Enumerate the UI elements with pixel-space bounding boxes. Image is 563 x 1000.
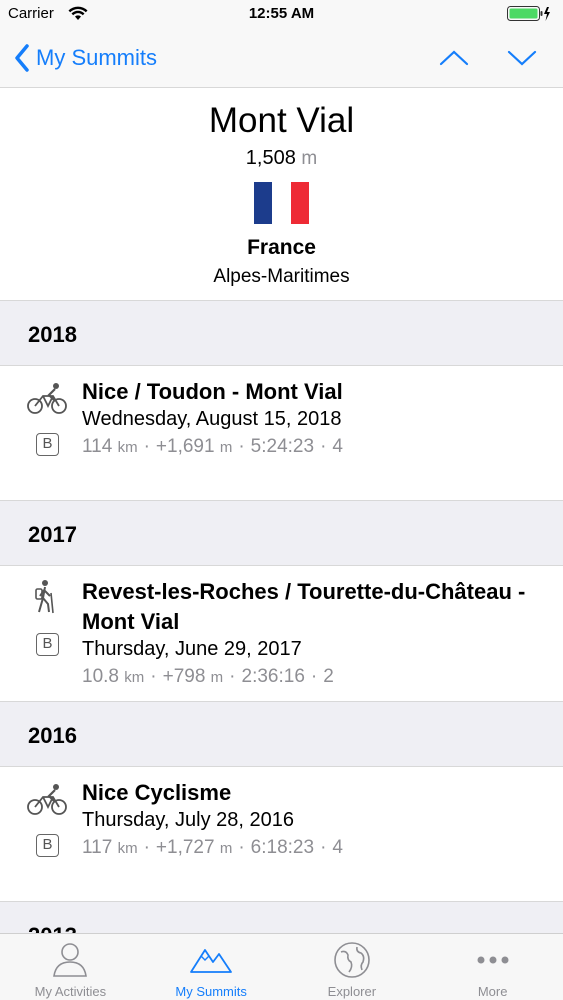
section-year: 2018 — [28, 322, 77, 347]
globe-icon — [334, 942, 370, 978]
activity-distance: 10.8 — [82, 666, 119, 687]
tab-explorer[interactable]: Explorer — [282, 934, 423, 1000]
activity-duration: 2:36:16 — [241, 666, 305, 687]
category-badge: B — [36, 633, 59, 656]
country-flag-icon — [254, 182, 309, 224]
activity-elevation-unit: m — [219, 840, 233, 857]
activity-stats: 114 km · +1,691 m · 5:24:23 · 4 — [82, 436, 343, 457]
section-header-2016: 2016 — [0, 701, 563, 767]
summit-elevation-value: 1,508 — [245, 147, 296, 169]
chevron-up-icon — [439, 50, 469, 66]
activity-distance: 117 — [82, 837, 113, 858]
summit-country: France — [247, 236, 316, 259]
section-header-2018: 2018 — [0, 300, 563, 366]
activity-distance-unit: km — [117, 840, 138, 857]
activity-count: 4 — [332, 436, 343, 457]
activity-date: Thursday, June 29, 2017 — [82, 638, 302, 660]
bicycle-icon — [27, 784, 67, 815]
activity-distance-unit: km — [117, 439, 138, 456]
activity-distance: 114 — [82, 436, 113, 457]
summit-elevation-unit: m — [301, 148, 318, 169]
bicycle-icon — [27, 383, 67, 414]
back-button-label: My Summits — [36, 45, 157, 70]
navigation-bar: My Summits — [0, 28, 563, 88]
battery-icon — [507, 6, 551, 27]
mountains-icon — [190, 949, 233, 973]
section-header-2017: 2017 — [0, 500, 563, 566]
activity-duration: 5:24:23 — [250, 436, 315, 457]
tab-more[interactable]: More — [422, 934, 563, 1000]
activity-title: Nice / Toudon - Mont Vial — [82, 379, 343, 404]
summit-name: Mont Vial — [208, 101, 355, 140]
activity-distance-unit: km — [124, 669, 145, 686]
previous-summit-button[interactable] — [434, 42, 474, 74]
summit-header: Mont Vial 1,508 m France Alpes-Maritimes — [0, 89, 563, 300]
activity-stats: 10.8 km · +798 m · 2:36:16 · 2 — [82, 666, 334, 687]
status-bar: Carrier 12:55 AM — [0, 0, 563, 28]
activity-elevation-unit: m — [219, 439, 233, 456]
category-badge: B — [36, 834, 59, 857]
activity-count: 4 — [332, 837, 343, 858]
activity-elevation-gain: +1,691 — [155, 436, 215, 457]
summit-region: Alpes-Maritimes — [213, 266, 350, 287]
clock: 12:55 AM — [248, 5, 315, 22]
activity-row[interactable]: B Nice / Toudon - Mont Vial Wednesday, A… — [0, 367, 563, 500]
activity-stats: 117 km · +1,727 m · 6:18:23 · 4 — [82, 837, 343, 858]
activity-duration: 6:18:23 — [250, 837, 315, 858]
activity-row[interactable]: B Nice Cyclisme Thursday, July 28, 2016 … — [0, 768, 563, 901]
tab-label: My Activities — [34, 984, 107, 999]
section-year: 2017 — [28, 522, 77, 547]
activity-date: Wednesday, August 15, 2018 — [82, 408, 342, 430]
chevron-left-icon — [15, 44, 29, 72]
activity-elevation-gain: +1,727 — [155, 837, 215, 858]
tab-label: Explorer — [327, 984, 377, 999]
person-icon — [53, 943, 88, 977]
tab-label: My Summits — [175, 984, 247, 999]
tab-label: More — [477, 984, 508, 999]
hiker-icon — [35, 580, 54, 614]
activity-title: Revest-les-Roches / Tourette-du-Château … — [82, 579, 526, 634]
chevron-down-icon — [507, 50, 537, 66]
more-dots-icon — [477, 956, 509, 964]
tab-bar: My Activities My Summits Explorer More — [0, 933, 563, 1000]
activity-count: 2 — [323, 666, 334, 687]
tab-my-summits[interactable]: My Summits — [141, 934, 282, 1000]
tab-my-activities[interactable]: My Activities — [0, 934, 141, 1000]
activity-title: Nice Cyclisme — [82, 780, 232, 805]
section-year: 2016 — [28, 723, 77, 748]
activity-elevation-unit: m — [210, 669, 224, 686]
activity-date: Thursday, July 28, 2016 — [82, 809, 294, 831]
summit-elevation: 1,508 m — [0, 147, 563, 170]
category-badge: B — [36, 433, 59, 456]
activity-elevation-gain: +798 — [162, 666, 206, 687]
next-summit-button[interactable] — [502, 42, 542, 74]
back-button[interactable]: My Summits — [14, 40, 157, 76]
activity-row[interactable]: B Revest-les-Roches / Tourette-du-Châtea… — [0, 567, 563, 701]
